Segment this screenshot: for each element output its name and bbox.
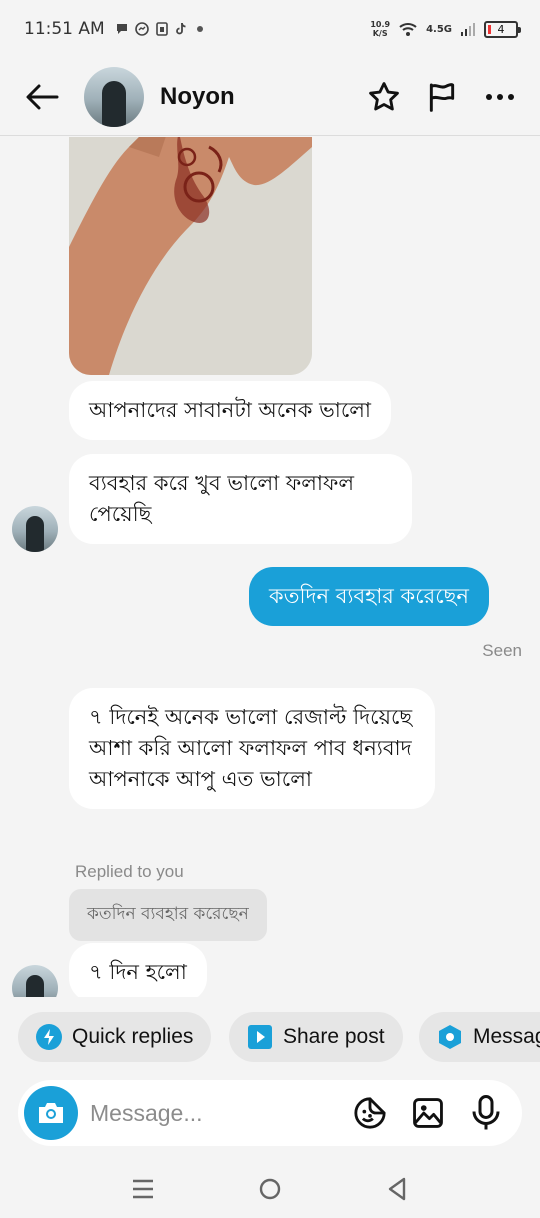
star-button[interactable] <box>366 79 402 115</box>
message-chip[interactable]: Messag <box>419 1012 540 1062</box>
message-list[interactable]: আপনাদের সাবানটা অনেক ভালো ব্যবহার করে খু… <box>0 137 540 997</box>
composer-icons <box>352 1095 504 1131</box>
home-button[interactable] <box>250 1169 290 1209</box>
back-button[interactable] <box>22 77 62 117</box>
reply-quote[interactable]: কতদিন ব্যবহার করেছেন <box>69 889 267 941</box>
messenger-icon <box>134 22 149 36</box>
more-dots-icon <box>486 93 514 100</box>
back-nav-button[interactable] <box>377 1169 417 1209</box>
arrow-left-icon <box>26 84 59 109</box>
contact-avatar[interactable] <box>84 66 144 127</box>
net-speed: 10.9 K/S <box>370 20 391 38</box>
sticker-icon <box>354 1097 386 1129</box>
battery-icon: 4 <box>484 20 521 38</box>
seen-status: Seen <box>482 641 522 660</box>
contact-name[interactable]: Noyon <box>160 83 235 111</box>
status-right: 10.9 K/S 4.5G 4 <box>370 20 521 38</box>
header-actions <box>366 79 518 115</box>
hand-henna-photo <box>69 137 312 375</box>
menu-lines-icon <box>133 1179 154 1199</box>
gallery-button[interactable] <box>410 1095 446 1131</box>
hexagon-icon <box>437 1024 463 1050</box>
chat-header: Noyon <box>0 58 540 136</box>
replied-to-label: Replied to you <box>75 862 184 881</box>
quick-action-chips: Quick replies Share post Messag <box>0 1012 540 1064</box>
recent-apps-button[interactable] <box>123 1169 163 1209</box>
status-bar: 11:51 AM 10.9 K/S 4.5G 4 <box>0 0 540 58</box>
signal-icon <box>461 23 475 36</box>
system-nav-bar <box>0 1160 540 1218</box>
wifi-icon <box>399 23 417 36</box>
message-composer <box>18 1080 522 1146</box>
more-options-button[interactable] <box>482 79 518 115</box>
gallery-icon <box>413 1098 443 1128</box>
message-bubble-incoming[interactable]: আপনাদের সাবানটা অনেক ভালো <box>69 381 391 440</box>
home-circle-icon <box>259 1178 281 1200</box>
share-post-chip[interactable]: Share post <box>229 1012 403 1062</box>
flag-button[interactable] <box>424 79 460 115</box>
dot-icon <box>196 26 203 32</box>
flag-icon <box>429 82 455 112</box>
status-time: 11:51 AM <box>24 19 105 39</box>
sim-icon <box>155 22 168 36</box>
message-bubble-incoming[interactable]: ৭ দিনেই অনেক ভালো রেজাল্ট দিয়েছে আশা কর… <box>69 688 435 809</box>
image-message[interactable] <box>69 137 312 375</box>
sender-avatar[interactable] <box>12 965 58 997</box>
chat-bubble-icon <box>116 24 127 34</box>
quick-replies-chip[interactable]: Quick replies <box>18 1012 212 1062</box>
camera-icon <box>39 1103 63 1123</box>
message-bubble-incoming[interactable]: ৭ দিন হলো <box>69 943 207 997</box>
tiktok-icon <box>175 22 186 35</box>
triangle-back-icon <box>388 1177 405 1201</box>
network-type: 4.5G <box>426 23 452 35</box>
microphone-icon <box>472 1095 500 1130</box>
message-input[interactable] <box>90 1099 340 1127</box>
notification-icons <box>115 22 205 36</box>
camera-button[interactable] <box>24 1086 78 1140</box>
sticker-button[interactable] <box>352 1095 388 1131</box>
message-bubble-outgoing[interactable]: কতদিন ব্যবহার করেছেন <box>249 567 489 626</box>
voice-button[interactable] <box>468 1095 504 1131</box>
sender-avatar[interactable] <box>12 506 58 552</box>
play-icon <box>247 1024 273 1050</box>
star-icon <box>369 81 399 110</box>
lightning-icon <box>36 1024 62 1050</box>
message-bubble-incoming[interactable]: ব্যবহার করে খুব ভালো ফলাফল পেয়েছি <box>69 454 412 544</box>
